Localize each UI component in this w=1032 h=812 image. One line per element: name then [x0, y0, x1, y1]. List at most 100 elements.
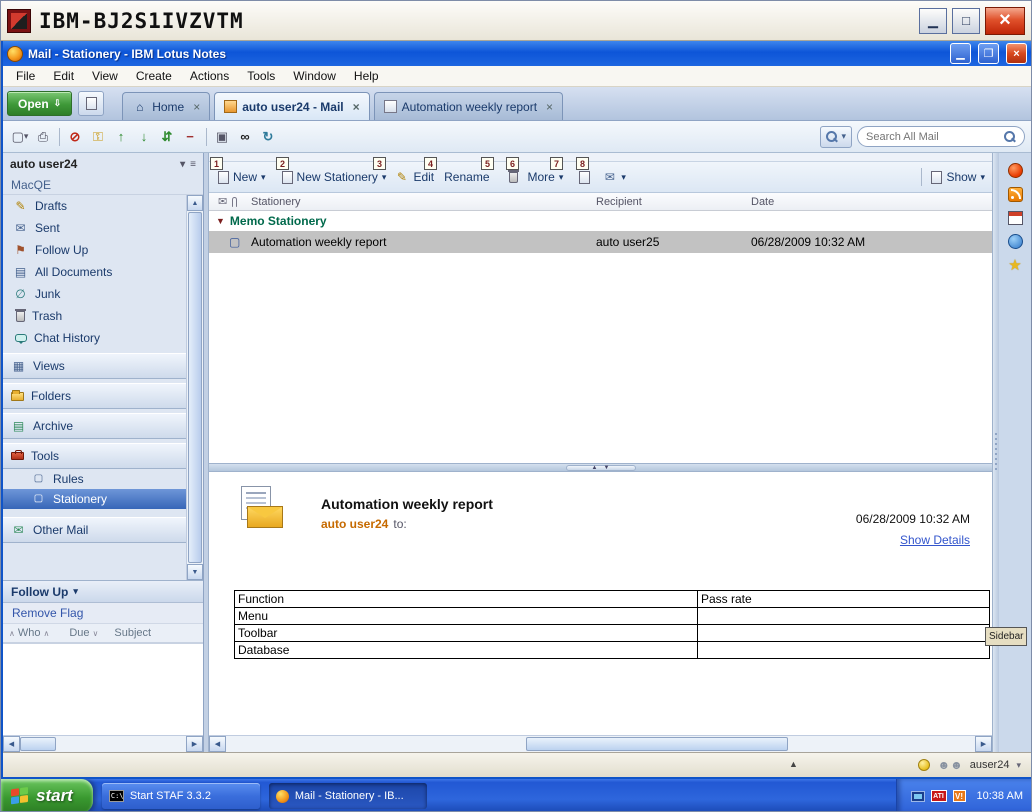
scroll-up-icon[interactable]: ▲	[187, 195, 203, 211]
scrollbar-thumb[interactable]	[20, 737, 56, 751]
nav-item-drafts[interactable]: ✎Drafts	[3, 195, 186, 217]
scrollbar-thumb[interactable]	[188, 212, 202, 563]
copy-icon[interactable]: ▣	[211, 126, 233, 148]
search-scope-button[interactable]: ▾	[820, 126, 852, 148]
tab-home-close-icon[interactable]: ×	[193, 100, 200, 114]
envelope-column-icon[interactable]: ✉	[218, 195, 227, 208]
taskbar-task-notes[interactable]: Mail - Stationery - IB...	[269, 783, 427, 809]
stationery-row[interactable]: ▢ Automation weekly report auto user25 0…	[209, 231, 992, 253]
edit-button[interactable]: ✎Edit	[391, 167, 437, 187]
preview-splitter[interactable]: ▲▼	[209, 463, 992, 472]
find-icon[interactable]: ∞	[234, 126, 256, 148]
replicate-icon[interactable]: ⇵	[156, 126, 178, 148]
sidebar-splitter[interactable]	[992, 153, 999, 752]
sametime-status-icon[interactable]	[1008, 163, 1023, 178]
app-restore-button[interactable]: ❐	[978, 43, 999, 64]
open-button[interactable]: Open ⇩	[7, 91, 72, 116]
search-icon[interactable]	[1004, 131, 1016, 143]
tab-mail[interactable]: auto user24 - Mail ×	[214, 92, 369, 120]
nav-section-folders[interactable]: Folders	[3, 383, 186, 409]
show-details-link[interactable]: Show Details	[900, 533, 970, 547]
new-stationery-button[interactable]: New Stationery▾	[279, 167, 390, 187]
security-keys-icon[interactable]: ⚿	[87, 126, 109, 148]
menu-view[interactable]: View	[83, 67, 127, 85]
feeds-icon[interactable]	[1008, 187, 1023, 202]
scroll-down-icon[interactable]: ▼	[187, 564, 203, 580]
stop-icon[interactable]: ⊘	[64, 126, 86, 148]
search-input[interactable]	[866, 131, 999, 143]
refresh-icon[interactable]: ↻	[257, 126, 279, 148]
main-hscrollbar[interactable]: ◀ ▶	[209, 735, 992, 752]
scroll-left-icon[interactable]: ◀	[3, 736, 20, 752]
tab-report[interactable]: Automation weekly report ×	[374, 92, 563, 120]
category-row[interactable]: ▼ Memo Stationery	[209, 211, 992, 231]
status-expand-icon[interactable]: ▲	[789, 759, 798, 769]
follow-up-panel-header[interactable]: Follow Up ▾	[3, 580, 203, 603]
forward-tool-button[interactable]: ✉▾	[599, 168, 629, 186]
bookmark-panel-button[interactable]	[78, 91, 104, 116]
nav-item-sent[interactable]: ✉Sent	[3, 217, 186, 239]
menu-help[interactable]: Help	[345, 67, 388, 85]
nav-item-all-documents[interactable]: ▤All Documents	[3, 261, 186, 283]
scroll-right-icon[interactable]: ▶	[186, 736, 203, 752]
nav-item-stationery[interactable]: ▢Stationery	[3, 489, 186, 509]
navigator-collapse-icon[interactable]: ▾	[180, 159, 185, 170]
stamp-tool-button[interactable]	[576, 168, 593, 187]
nav-section-tools[interactable]: Tools	[3, 443, 186, 469]
scrollbar-track[interactable]	[20, 736, 186, 752]
nav-item-rules[interactable]: ▢Rules	[3, 469, 186, 489]
calendar-icon[interactable]	[1008, 211, 1023, 225]
receive-icon[interactable]: ↓	[133, 126, 155, 148]
nav-section-archive[interactable]: ▤Archive	[3, 413, 186, 439]
outer-maximize-button[interactable]: □	[952, 8, 980, 34]
delete-button[interactable]	[503, 169, 521, 186]
nav-item-follow-up[interactable]: ⚑Follow Up	[3, 239, 186, 261]
taskbar-task-staf[interactable]: C:\ Start STAF 3.3.2	[102, 783, 260, 809]
tab-report-close-icon[interactable]: ×	[546, 100, 553, 114]
nav-section-other-mail[interactable]: ✉Other Mail	[3, 517, 186, 543]
menu-edit[interactable]: Edit	[44, 67, 83, 85]
show-button[interactable]: Show▾	[928, 167, 988, 187]
ati-tray-icon[interactable]: ATI	[931, 790, 947, 802]
splitter-grip[interactable]: ▲▼	[566, 465, 636, 471]
category-twisty-icon[interactable]: ▼	[216, 216, 225, 226]
menu-window[interactable]: Window	[284, 67, 345, 85]
navigator-menu-icon[interactable]: ≡	[190, 159, 196, 170]
menu-tools[interactable]: Tools	[238, 67, 284, 85]
new-button[interactable]: New▾	[215, 167, 269, 187]
nav-item-junk[interactable]: ∅Junk	[3, 283, 186, 305]
column-who[interactable]: Who	[18, 627, 41, 639]
app-close-button[interactable]: ×	[1006, 43, 1027, 64]
column-due[interactable]: Due	[69, 627, 89, 639]
remove-icon[interactable]: −	[179, 126, 201, 148]
rename-button[interactable]: Rename	[441, 167, 492, 187]
scroll-left-icon[interactable]: ◀	[209, 736, 226, 752]
web-widgets-icon[interactable]	[1008, 234, 1023, 249]
navigator-hscrollbar[interactable]: ◀ ▶	[3, 735, 203, 752]
scrollbar-track[interactable]	[226, 736, 975, 752]
column-subject[interactable]: Subject	[114, 627, 151, 639]
menu-create[interactable]: Create	[127, 67, 181, 85]
navigator-scrollbar[interactable]: ▲ ▼	[186, 195, 203, 580]
tab-mail-close-icon[interactable]: ×	[353, 100, 360, 114]
new-document-icon[interactable]: ▢▾	[9, 126, 31, 148]
nav-section-views[interactable]: ▦Views	[3, 353, 186, 379]
menu-file[interactable]: File	[7, 67, 44, 85]
status-chevron-icon[interactable]: ▾	[1016, 761, 1021, 770]
nav-item-trash[interactable]: Trash	[3, 305, 186, 327]
column-date[interactable]: Date	[751, 196, 774, 208]
antivirus-tray-icon[interactable]: V!	[953, 790, 966, 802]
column-recipient[interactable]: Recipient	[596, 196, 751, 208]
outer-close-button[interactable]: ×	[985, 7, 1025, 35]
send-icon[interactable]: ↑	[110, 126, 132, 148]
column-stationery[interactable]: Stationery	[251, 196, 596, 208]
app-minimize-button[interactable]: ▁	[950, 43, 971, 64]
more-button[interactable]: More▾	[525, 167, 567, 187]
menu-actions[interactable]: Actions	[181, 67, 238, 85]
favorites-star-icon[interactable]: ★	[1008, 258, 1021, 273]
display-tray-icon[interactable]	[911, 791, 925, 802]
tab-home[interactable]: ⌂ Home ×	[122, 92, 210, 120]
outer-minimize-button[interactable]: ▁	[919, 8, 947, 34]
print-icon[interactable]: ⎙	[32, 126, 54, 148]
start-button[interactable]: start	[1, 779, 93, 812]
